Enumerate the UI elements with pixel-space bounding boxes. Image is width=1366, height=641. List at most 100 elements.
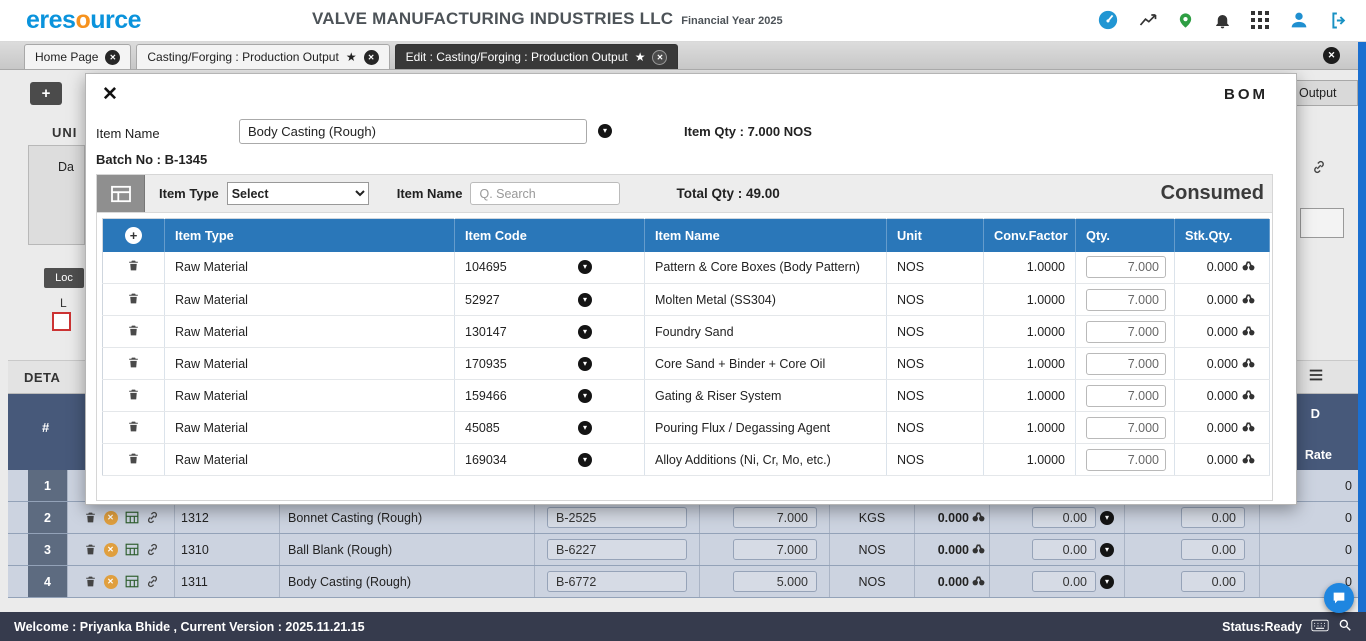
add-consumed-row-icon[interactable]: + bbox=[125, 227, 142, 244]
bom-icon[interactable] bbox=[125, 511, 139, 524]
stock-icon[interactable] bbox=[1242, 453, 1255, 467]
required-field-fragment[interactable] bbox=[52, 312, 71, 331]
item-type-select[interactable]: Select bbox=[227, 182, 369, 205]
dropdown-icon[interactable]: ▾ bbox=[1100, 575, 1114, 589]
dashboard-icon[interactable] bbox=[1097, 9, 1119, 31]
modal-title: BOM bbox=[1224, 86, 1268, 103]
qty-input[interactable] bbox=[1086, 289, 1166, 311]
delete-row-icon[interactable] bbox=[127, 358, 140, 372]
qty-input[interactable] bbox=[1086, 449, 1166, 471]
cancel-row-icon[interactable]: ✕ bbox=[104, 511, 118, 525]
keyboard-icon[interactable] bbox=[1311, 619, 1329, 635]
cancel-row-icon[interactable]: ✕ bbox=[104, 543, 118, 557]
quantity-input[interactable] bbox=[733, 539, 817, 560]
delete-row-icon[interactable] bbox=[127, 390, 140, 404]
delete-row-icon[interactable] bbox=[84, 511, 97, 524]
link-icon[interactable] bbox=[146, 543, 159, 556]
cancel-row-icon[interactable]: ✕ bbox=[104, 575, 118, 589]
chat-icon[interactable] bbox=[1324, 583, 1354, 613]
output-table-row: 2 ✕ 1312 Bonnet Casting (Rough) KGS 0.00… bbox=[8, 502, 1358, 534]
qty-input[interactable] bbox=[1086, 256, 1166, 278]
item-name-dropdown-icon[interactable]: ▾ bbox=[598, 124, 612, 138]
delete-row-icon[interactable] bbox=[127, 326, 140, 340]
consumed-items-table: + Item Type Item Code Item Name Unit Con… bbox=[102, 218, 1270, 476]
quantity-input[interactable] bbox=[733, 571, 817, 592]
cell-item-code: 45085 bbox=[465, 421, 500, 435]
output-section-tab-fragment[interactable]: Output bbox=[1290, 80, 1358, 106]
list-view-icon[interactable] bbox=[1308, 368, 1324, 387]
delete-row-icon[interactable] bbox=[84, 543, 97, 556]
modal-close-icon[interactable]: ✕ bbox=[102, 85, 118, 104]
link-icon[interactable] bbox=[146, 511, 159, 524]
close-all-tabs-icon[interactable]: ✕ bbox=[1323, 47, 1340, 64]
stock-icon[interactable] bbox=[1242, 293, 1255, 307]
tab-production-output[interactable]: Casting/Forging : Production Output ★ ✕ bbox=[136, 44, 389, 69]
notifications-bell-icon[interactable] bbox=[1213, 10, 1232, 31]
tab-close-icon[interactable]: ✕ bbox=[364, 50, 379, 65]
analytics-icon[interactable] bbox=[1138, 10, 1158, 30]
delete-row-icon[interactable] bbox=[127, 454, 140, 468]
stock-icon[interactable] bbox=[1242, 421, 1255, 435]
vertical-scrollbar[interactable] bbox=[1358, 42, 1366, 612]
dropdown-icon[interactable]: ▾ bbox=[1100, 543, 1114, 557]
stock-icon[interactable] bbox=[1242, 389, 1255, 403]
value-input[interactable] bbox=[1032, 571, 1096, 592]
tab-edit-production-output[interactable]: Edit : Casting/Forging : Production Outp… bbox=[395, 44, 679, 69]
location-icon[interactable] bbox=[1177, 10, 1194, 31]
delete-row-icon[interactable] bbox=[84, 575, 97, 588]
value-input[interactable] bbox=[1181, 507, 1245, 528]
user-profile-icon[interactable] bbox=[1288, 9, 1310, 31]
stock-icon[interactable] bbox=[1242, 260, 1255, 274]
item-code-dropdown-icon[interactable]: ▾ bbox=[578, 453, 592, 467]
stock-icon[interactable] bbox=[1242, 357, 1255, 371]
item-code-dropdown-icon[interactable]: ▾ bbox=[578, 325, 592, 339]
stock-icon[interactable] bbox=[1242, 325, 1255, 339]
bom-icon[interactable] bbox=[125, 575, 139, 588]
qty-input[interactable] bbox=[1086, 417, 1166, 439]
value-input[interactable] bbox=[1181, 571, 1245, 592]
apps-grid-icon[interactable] bbox=[1251, 11, 1269, 29]
item-code-dropdown-icon[interactable]: ▾ bbox=[578, 389, 592, 403]
item-code-dropdown-icon[interactable]: ▾ bbox=[578, 293, 592, 307]
favorite-star-icon[interactable]: ★ bbox=[346, 51, 357, 63]
add-row-button[interactable]: + bbox=[30, 82, 62, 105]
link-icon[interactable] bbox=[1312, 160, 1326, 179]
details-tab-label[interactable]: DETA bbox=[24, 370, 60, 385]
stock-icon[interactable] bbox=[972, 575, 985, 589]
item-code-dropdown-icon[interactable]: ▾ bbox=[578, 260, 592, 274]
item-code-dropdown-icon[interactable]: ▾ bbox=[578, 421, 592, 435]
grid-view-button[interactable] bbox=[97, 175, 145, 212]
cell-item-code: 170935 bbox=[465, 357, 507, 371]
quantity-input[interactable] bbox=[733, 507, 817, 528]
dropdown-icon[interactable]: ▾ bbox=[1100, 511, 1114, 525]
delete-row-icon[interactable] bbox=[127, 422, 140, 436]
item-code-dropdown-icon[interactable]: ▾ bbox=[578, 357, 592, 371]
link-icon[interactable] bbox=[146, 575, 159, 588]
bom-icon[interactable] bbox=[125, 543, 139, 556]
trailing-value-cell: 0 bbox=[1260, 502, 1358, 533]
qty-input[interactable] bbox=[1086, 353, 1166, 375]
batch-input[interactable] bbox=[547, 507, 687, 528]
batch-input[interactable] bbox=[547, 571, 687, 592]
delete-row-icon[interactable] bbox=[127, 294, 140, 308]
item-name-search-input[interactable] bbox=[470, 182, 620, 205]
value-input[interactable] bbox=[1032, 539, 1096, 560]
batch-input[interactable] bbox=[547, 539, 687, 560]
tab-home-page[interactable]: Home Page ✕ bbox=[24, 44, 131, 69]
tab-close-icon[interactable]: ✕ bbox=[652, 50, 667, 65]
favorite-star-icon[interactable]: ★ bbox=[635, 51, 646, 63]
delete-row-icon[interactable] bbox=[127, 261, 140, 275]
input-box-fragment[interactable] bbox=[1300, 208, 1344, 238]
table-row: Raw Material 45085▾ Pouring Flux / Degas… bbox=[103, 412, 1270, 444]
search-icon[interactable] bbox=[1338, 618, 1352, 635]
item-name-input[interactable] bbox=[239, 119, 587, 144]
value-input[interactable] bbox=[1181, 539, 1245, 560]
qty-input[interactable] bbox=[1086, 321, 1166, 343]
value-input[interactable] bbox=[1032, 507, 1096, 528]
tab-close-icon[interactable]: ✕ bbox=[105, 50, 120, 65]
lock-button-fragment[interactable]: Loc bbox=[44, 268, 84, 288]
stock-icon[interactable] bbox=[972, 543, 985, 557]
stock-icon[interactable] bbox=[972, 511, 985, 525]
logout-icon[interactable] bbox=[1329, 10, 1350, 31]
qty-input[interactable] bbox=[1086, 385, 1166, 407]
